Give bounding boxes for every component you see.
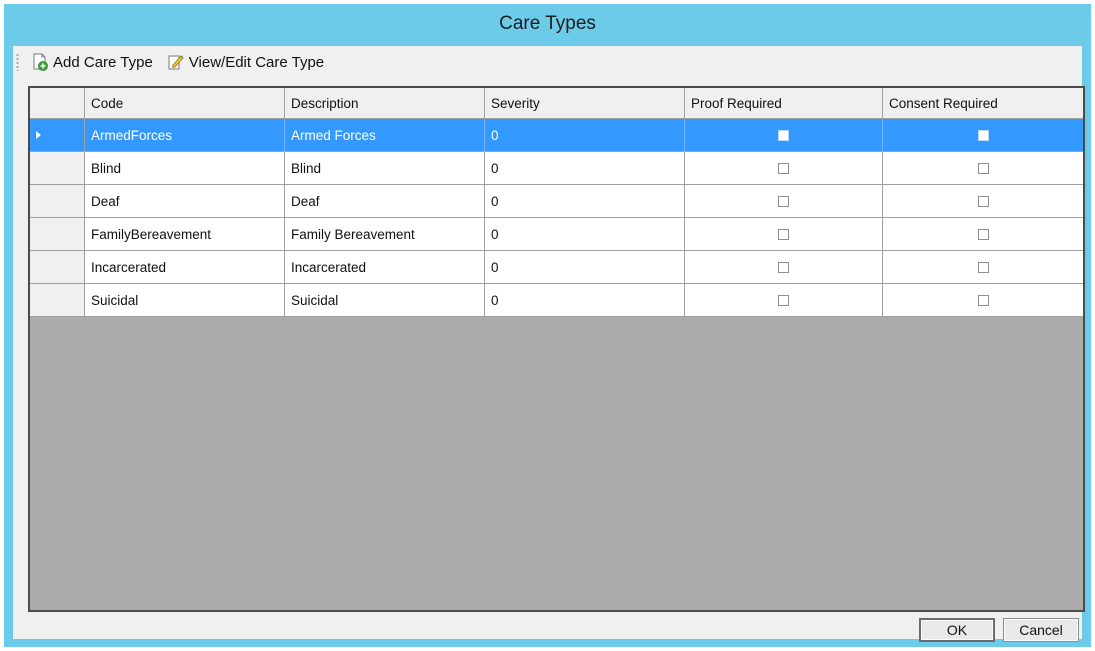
code-cell[interactable]: Blind: [85, 152, 285, 185]
code-cell[interactable]: ArmedForces: [85, 119, 285, 152]
consent-required-checkbox[interactable]: [977, 162, 989, 174]
severity-cell[interactable]: 0: [485, 119, 685, 152]
description-cell[interactable]: Deaf: [285, 185, 485, 218]
consent-required-cell: [883, 251, 1083, 284]
column-header-code[interactable]: Code: [85, 88, 285, 119]
add-document-icon: [31, 53, 49, 71]
description-cell[interactable]: Suicidal: [285, 284, 485, 317]
column-header-consent-required[interactable]: Consent Required: [883, 88, 1083, 119]
care-types-grid[interactable]: Code Description Severity Proof Required…: [28, 86, 1085, 612]
window-title: Care Types: [499, 13, 596, 34]
description-cell[interactable]: Family Bereavement: [285, 218, 485, 251]
row-header[interactable]: [30, 119, 85, 152]
description-cell[interactable]: Incarcerated: [285, 251, 485, 284]
severity-cell[interactable]: 0: [485, 284, 685, 317]
row-header[interactable]: [30, 152, 85, 185]
proof-required-cell: [685, 152, 883, 185]
description-cell[interactable]: Blind: [285, 152, 485, 185]
cancel-button[interactable]: Cancel: [1003, 618, 1079, 642]
severity-cell[interactable]: 0: [485, 152, 685, 185]
proof-required-checkbox[interactable]: [778, 261, 789, 273]
toolbar: Add Care Type View/Edit Care Type: [13, 46, 1082, 78]
consent-required-cell: [883, 119, 1083, 152]
toolbar-grip[interactable]: [16, 53, 19, 71]
consent-required-cell: [883, 185, 1083, 218]
severity-cell[interactable]: 0: [485, 251, 685, 284]
ok-button[interactable]: OK: [919, 618, 995, 642]
proof-required-cell: [685, 284, 883, 317]
column-header-proof-required[interactable]: Proof Required: [685, 88, 883, 119]
table-row[interactable]: ArmedForces Armed Forces 0: [30, 119, 1083, 152]
proof-required-cell: [685, 119, 883, 152]
code-cell[interactable]: Incarcerated: [85, 251, 285, 284]
row-header-corner[interactable]: [30, 88, 85, 119]
table-row[interactable]: Deaf Deaf 0: [30, 185, 1083, 218]
proof-required-checkbox[interactable]: [778, 294, 789, 306]
column-header-description[interactable]: Description: [285, 88, 485, 119]
consent-required-cell: [883, 218, 1083, 251]
grid-header-row: Code Description Severity Proof Required…: [30, 88, 1083, 119]
proof-required-checkbox[interactable]: [778, 195, 789, 207]
table-row[interactable]: Suicidal Suicidal 0: [30, 284, 1083, 317]
proof-required-checkbox[interactable]: [778, 162, 789, 174]
row-header[interactable]: [30, 284, 85, 317]
consent-required-checkbox[interactable]: [977, 261, 989, 273]
code-cell[interactable]: Suicidal: [85, 284, 285, 317]
code-cell[interactable]: FamilyBereavement: [85, 218, 285, 251]
current-row-arrow-icon: [36, 131, 41, 139]
view-edit-care-type-button[interactable]: View/Edit Care Type: [163, 50, 328, 74]
care-types-window: Care Types Add Care Type View/Edit Care …: [4, 4, 1091, 647]
table-row[interactable]: Incarcerated Incarcerated 0: [30, 251, 1083, 284]
consent-required-checkbox[interactable]: [977, 195, 989, 207]
table-row[interactable]: FamilyBereavement Family Bereavement 0: [30, 218, 1083, 251]
severity-cell[interactable]: 0: [485, 185, 685, 218]
row-header[interactable]: [30, 185, 85, 218]
consent-required-checkbox[interactable]: [977, 129, 989, 141]
dialog-client-area: Add Care Type View/Edit Care Type Code D…: [13, 46, 1085, 642]
consent-required-checkbox[interactable]: [977, 228, 989, 240]
proof-required-cell: [685, 251, 883, 284]
code-cell[interactable]: Deaf: [85, 185, 285, 218]
consent-required-cell: [883, 284, 1083, 317]
proof-required-checkbox[interactable]: [778, 228, 789, 240]
description-cell[interactable]: Armed Forces: [285, 119, 485, 152]
proof-required-cell: [685, 218, 883, 251]
edit-document-icon: [167, 53, 185, 71]
row-header[interactable]: [30, 218, 85, 251]
view-edit-care-type-label: View/Edit Care Type: [188, 53, 325, 71]
consent-required-cell: [883, 152, 1083, 185]
severity-cell[interactable]: 0: [485, 218, 685, 251]
add-care-type-label: Add Care Type: [53, 53, 153, 71]
consent-required-checkbox[interactable]: [977, 294, 989, 306]
column-header-severity[interactable]: Severity: [485, 88, 685, 119]
row-header[interactable]: [30, 251, 85, 284]
add-care-type-button[interactable]: Add Care Type: [27, 50, 157, 74]
table-row[interactable]: Blind Blind 0: [30, 152, 1083, 185]
proof-required-checkbox[interactable]: [778, 129, 789, 141]
proof-required-cell: [685, 185, 883, 218]
